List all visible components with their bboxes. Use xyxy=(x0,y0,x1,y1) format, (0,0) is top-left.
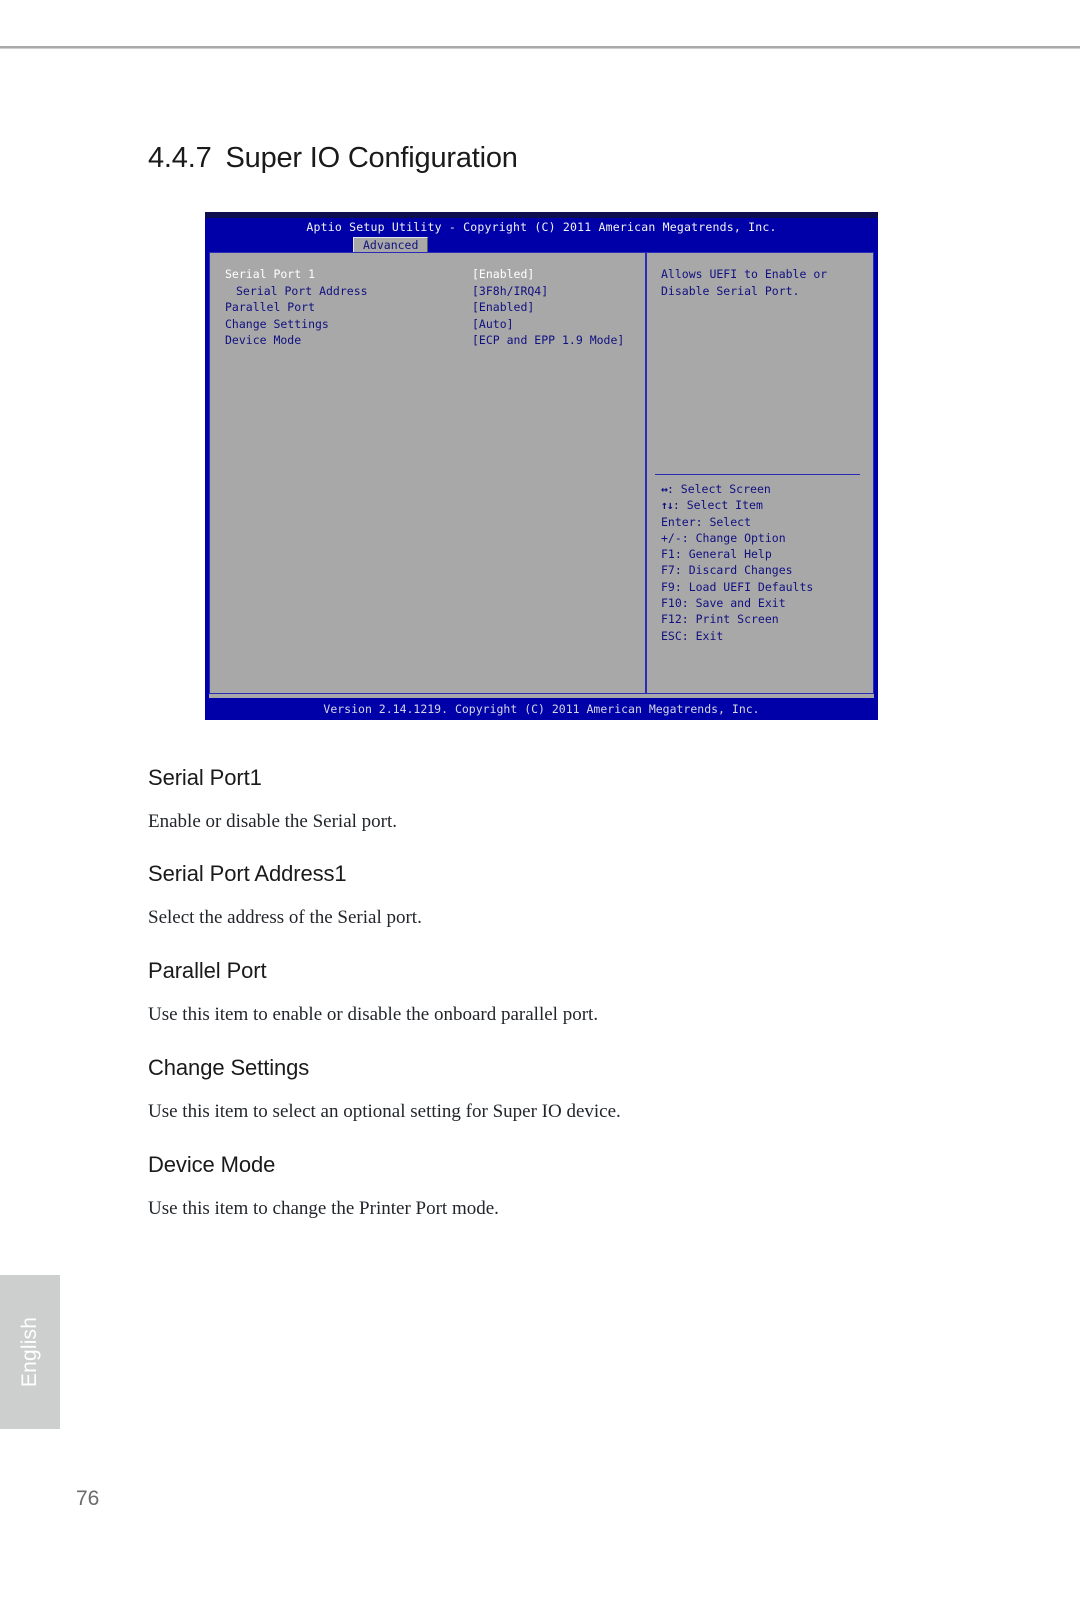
key-hint-row: F7: Discard Changes xyxy=(661,562,873,578)
key-hint-label: : Select Item xyxy=(672,498,763,513)
key-hint-row: ↔: Select Screen xyxy=(661,481,873,497)
key-hint-label: +/-: Change Option xyxy=(661,530,786,545)
entry-description: Use this item to select an optional sett… xyxy=(148,1101,621,1122)
tab-advanced[interactable]: Advanced xyxy=(353,237,429,253)
entry-title: Serial Port Address1 xyxy=(148,861,347,886)
key-hint-label: F12: Print Screen xyxy=(661,612,779,627)
bios-option-row[interactable]: Serial Port Address [3F8h/IRQ4] xyxy=(225,283,645,300)
bios-help-panel: Allows UEFI to Enable or Disable Serial P… xyxy=(647,253,873,693)
help-divider xyxy=(655,474,860,475)
bios-option-value[interactable]: [Auto] xyxy=(472,316,514,333)
entry-description: Use this item to enable or disable the o… xyxy=(148,1004,599,1025)
bios-options-panel: Serial Port 1 [Enabled] Serial Port Addres… xyxy=(210,253,647,693)
entry-description: Select the address of the Serial port. xyxy=(148,907,422,928)
key-hint-row: F9: Load UEFI Defaults xyxy=(661,579,873,595)
bios-option-label: Serial Port Address xyxy=(236,283,368,298)
bios-option-value[interactable]: [Enabled] xyxy=(472,266,534,283)
key-hint-label: : Select Screen xyxy=(666,482,771,496)
key-hint-row: +/-: Change Option xyxy=(661,530,873,546)
bios-tab-row: Advanced xyxy=(205,237,878,253)
bios-option-label: Serial Port 1 xyxy=(225,267,316,281)
page-number: 76 xyxy=(76,1487,100,1510)
key-hint-label: Enter: Select xyxy=(661,514,752,529)
entry-description: Enable or disable the Serial port. xyxy=(148,811,398,832)
entry-description: Use this item to change the Printer Port… xyxy=(148,1198,499,1219)
entry-title: Serial Port1 xyxy=(148,765,262,790)
key-hints-list: ↔: Select Screen ↑↓: Select Item Enter: Se… xyxy=(647,481,873,644)
key-hint-row: ESC: Exit xyxy=(661,628,873,644)
bios-option-label: Parallel Port xyxy=(225,300,316,314)
key-glyph-icon: ↑↓ xyxy=(661,498,674,513)
bios-option-row[interactable]: Parallel Port [Enabled] xyxy=(225,299,645,316)
key-hint-row: F12: Print Screen xyxy=(661,611,873,627)
section-title-text: Super IO Configuration xyxy=(225,142,518,174)
bios-option-label: Change Settings xyxy=(225,316,329,331)
bios-option-value[interactable]: [ECP and EPP 1.9 Mode] xyxy=(472,332,624,349)
bios-option-label: Device Mode xyxy=(225,333,302,347)
language-tab-label: English xyxy=(18,1316,41,1388)
key-hint-row: ↑↓: Select Item xyxy=(661,497,873,513)
language-tab: English xyxy=(0,1275,60,1429)
bios-option-row[interactable]: Change Settings [Auto] xyxy=(225,316,645,333)
help-text-line: Allows UEFI to Enable or xyxy=(661,267,828,281)
key-hint-label: F10: Save and Exit xyxy=(661,596,786,611)
help-text-line: Disable Serial Port. xyxy=(661,283,800,298)
section-number: 4.4.7 xyxy=(148,142,212,174)
entry-title: Device Mode xyxy=(148,1152,276,1177)
bios-footer-bar: Version 2.14.1219. Copyright (C) 2011 Am… xyxy=(205,698,878,720)
bios-option-value[interactable]: [3F8h/IRQ4] xyxy=(472,283,548,300)
bios-option-value[interactable]: [Enabled] xyxy=(472,299,534,316)
entry-title: Parallel Port xyxy=(148,958,267,983)
help-text-block: Allows UEFI to Enable or Disable Serial P… xyxy=(661,266,873,299)
key-hint-row: F1: General Help xyxy=(661,546,873,562)
key-hint-label: ESC: Exit xyxy=(661,628,724,643)
bios-title-bar: Aptio Setup Utility - Copyright (C) 2011… xyxy=(306,220,777,234)
key-hint-label: F1: General Help xyxy=(661,547,772,562)
page-title: 4.4.7 Super IO Configuration xyxy=(148,142,518,175)
header-rule xyxy=(0,46,1080,49)
key-hint-row: Enter: Select xyxy=(661,514,873,530)
bios-option-row[interactable]: Device Mode [ECP and EPP 1.9 Mode] xyxy=(225,332,645,349)
entry-title: Change Settings xyxy=(148,1055,310,1080)
bios-option-row[interactable]: Serial Port 1 [Enabled] xyxy=(225,266,645,283)
key-hint-row: F10: Save and Exit xyxy=(661,595,873,611)
bios-body: Serial Port 1 [Enabled] Serial Port Addres… xyxy=(209,252,874,694)
key-hint-label: F9: Load UEFI Defaults xyxy=(661,579,814,594)
key-hint-label: F7: Discard Changes xyxy=(661,563,793,578)
bios-screenshot: Aptio Setup Utility - Copyright (C) 2011… xyxy=(205,212,878,720)
